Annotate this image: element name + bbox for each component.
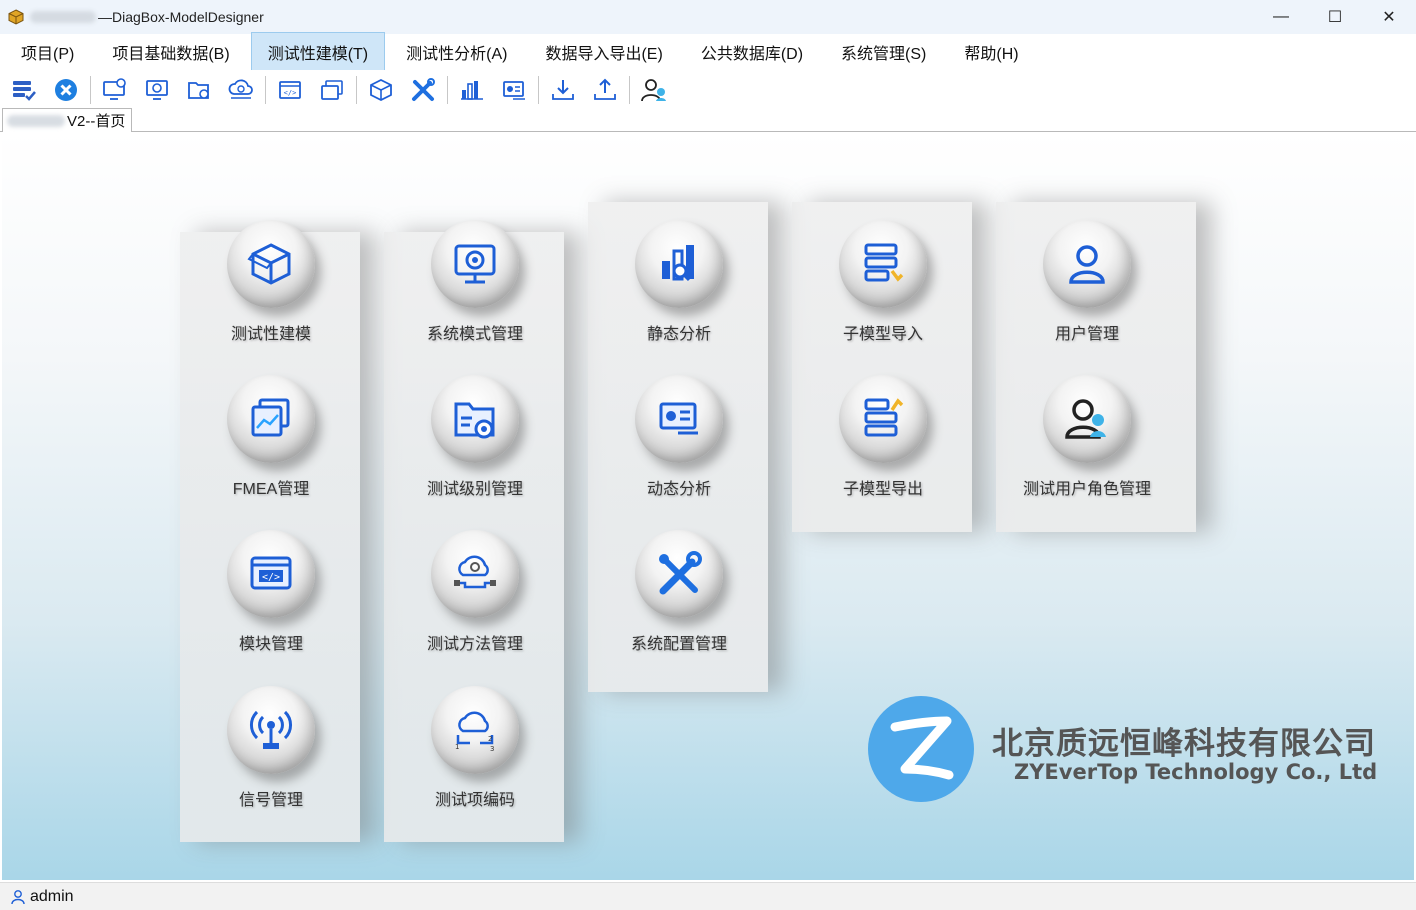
code-window-icon: </> <box>250 556 292 590</box>
server-import-icon <box>864 243 904 282</box>
redacted-title-prefix <box>30 11 96 23</box>
dashboard-icon <box>659 402 698 435</box>
user-icon <box>11 889 25 904</box>
tools-icon[interactable] <box>405 73 441 107</box>
tab-home-label: V2--首页 <box>67 113 126 130</box>
current-user: admin <box>30 887 74 905</box>
cloud-code-icon: 2 1 3 <box>455 711 494 753</box>
tile-module-management[interactable]: </> 模块管理 <box>196 530 346 670</box>
menu-bar: 项目(P) 项目基础数据(B) 测试性建模(T) 测试性分析(A) 数据导入导出… <box>0 32 1416 72</box>
antenna-icon <box>250 710 292 749</box>
svg-text:2: 2 <box>488 735 492 743</box>
menu-testability-analysis[interactable]: 测试性分析(A) <box>389 32 524 72</box>
user-role-icon <box>1065 399 1106 439</box>
menu-data-import-export[interactable]: 数据导入导出(E) <box>528 32 679 72</box>
tile-signal-management[interactable]: 信号管理 <box>196 686 346 826</box>
toolbar-separator <box>538 76 539 104</box>
layers-check-icon[interactable] <box>6 73 42 107</box>
toolbar-separator <box>265 76 266 104</box>
company-name-en: ZYEverTop Technology Co., Ltd <box>1014 760 1378 784</box>
server-export-icon <box>864 398 904 437</box>
cube-icon <box>247 243 291 285</box>
tile-test-user-role-management[interactable]: 测试用户角色管理 <box>1012 375 1162 515</box>
app-cube-icon <box>8 9 24 25</box>
tile-submodel-import[interactable]: 子模型导入 <box>808 220 958 360</box>
status-bar: admin <box>0 882 1416 910</box>
tile-system-config-management[interactable]: 系统配置管理 <box>604 530 754 670</box>
user-manage-icon[interactable] <box>636 73 672 107</box>
window-title: —DiagBox-ModelDesigner <box>98 9 264 25</box>
upload-icon[interactable] <box>587 73 623 107</box>
bar-chart-icon[interactable] <box>454 73 490 107</box>
folder-gear-icon <box>454 402 495 439</box>
company-logo <box>868 696 974 802</box>
svg-text:1: 1 <box>455 743 459 751</box>
minimize-button[interactable]: — <box>1254 0 1308 34</box>
menu-project-base-data[interactable]: 项目基础数据(B) <box>95 32 246 72</box>
cloud-network-icon <box>454 555 496 589</box>
menu-system-management[interactable]: 系统管理(S) <box>824 32 943 72</box>
close-button[interactable]: ✕ <box>1362 0 1416 34</box>
tile-test-method-management[interactable]: 测试方法管理 <box>400 530 550 670</box>
close-circle-icon[interactable] <box>48 73 84 107</box>
toolbar-separator <box>629 76 630 104</box>
company-name-cn: 北京质远恒峰科技有限公司 <box>992 726 1376 762</box>
monitor-chip-icon[interactable] <box>139 73 175 107</box>
menu-project[interactable]: 项目(P) <box>4 32 91 72</box>
stacked-windows-icon[interactable] <box>314 73 350 107</box>
user-icon <box>1069 245 1105 284</box>
download-icon[interactable] <box>545 73 581 107</box>
document-tab-strip: V2--首页 <box>0 108 1416 132</box>
tile-user-management[interactable]: 用户管理 <box>1012 220 1162 360</box>
tools-icon <box>659 551 702 595</box>
bar-chart-icon <box>662 245 694 282</box>
menu-testability-modeling[interactable]: 测试性建模(T) <box>250 32 386 72</box>
cloud-gear-icon[interactable] <box>223 73 259 107</box>
tab-home[interactable]: V2--首页 <box>2 108 132 132</box>
toolbar-separator <box>90 76 91 104</box>
toolbar-separator <box>356 76 357 104</box>
code-window-icon[interactable]: </> <box>272 73 308 107</box>
svg-text:3: 3 <box>490 745 494 753</box>
monitor-icon <box>454 244 496 284</box>
svg-text:</>: </> <box>284 89 297 97</box>
tile-static-analysis[interactable]: 静态分析 <box>604 220 754 360</box>
menu-help[interactable]: 帮助(H) <box>947 32 1035 72</box>
maximize-button[interactable]: ☐ <box>1308 0 1362 34</box>
home-dashboard: 测试性建模 FMEA管理 </> 模块管理 信号管理 系统模式管理 测试级别管理… <box>2 132 1414 880</box>
folder-gear-icon[interactable] <box>181 73 217 107</box>
tile-submodel-export[interactable]: 子模型导出 <box>808 375 958 515</box>
tile-system-mode-management[interactable]: 系统模式管理 <box>400 220 550 360</box>
tile-dynamic-analysis[interactable]: 动态分析 <box>604 375 754 515</box>
title-bar: —DiagBox-ModelDesigner — ☐ ✕ <box>0 0 1416 34</box>
dashboard-icon[interactable] <box>496 73 532 107</box>
tile-test-item-coding[interactable]: 213 测试项编码 <box>400 686 550 826</box>
tile-test-level-management[interactable]: 测试级别管理 <box>400 375 550 515</box>
cube-icon[interactable] <box>363 73 399 107</box>
menu-public-database[interactable]: 公共数据库(D) <box>684 32 820 72</box>
monitor-gear-icon[interactable] <box>97 73 133 107</box>
tile-fmea-management[interactable]: FMEA管理 <box>196 375 346 515</box>
toolbar: </> <box>0 70 1416 110</box>
redacted-tab-prefix <box>7 114 65 127</box>
chart-window-icon <box>251 398 290 437</box>
tile-testability-modeling[interactable]: 测试性建模 <box>196 220 346 360</box>
toolbar-separator <box>447 76 448 104</box>
z-logo-icon <box>890 716 954 780</box>
svg-text:</>: </> <box>262 572 280 583</box>
